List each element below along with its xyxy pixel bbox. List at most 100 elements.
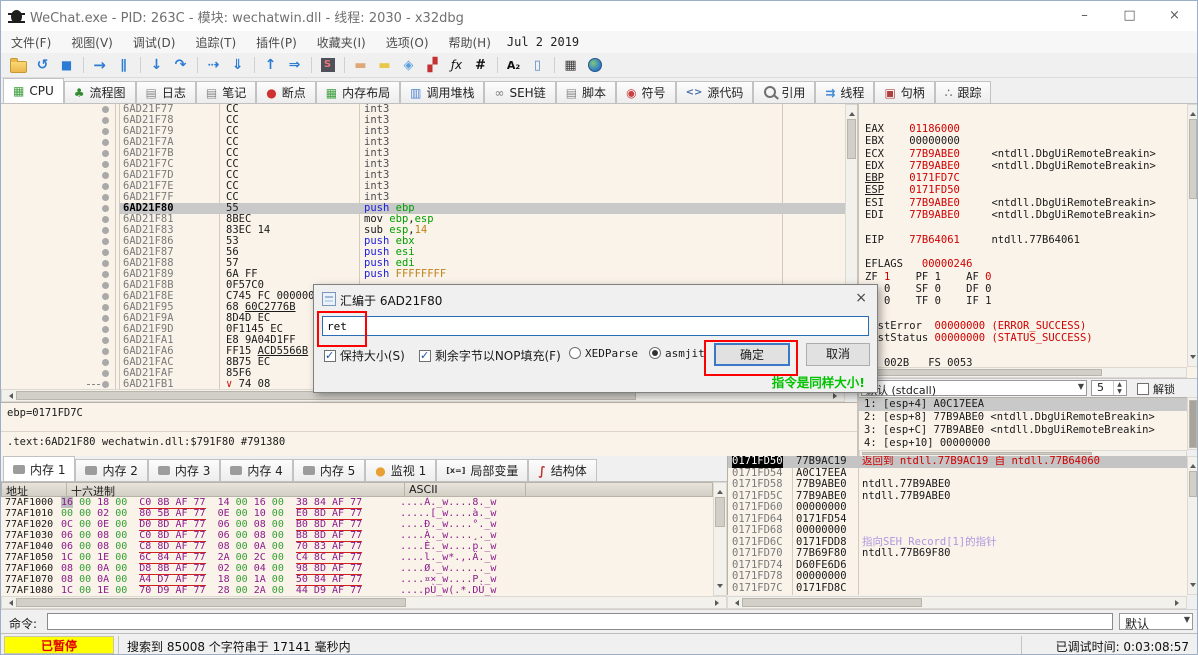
step-over-button[interactable]: ↷ <box>169 55 192 76</box>
breakpoint-dot-icon[interactable] <box>102 348 109 355</box>
stack-panel[interactable]: 0171FD5077B9AC19返回到 ntdll.77B9AC19 自 ntd… <box>727 456 1187 595</box>
breakpoint-dot-icon[interactable] <box>102 117 109 124</box>
register-line[interactable]: ZF 1 PF 1 AF 0 <box>865 271 1187 283</box>
unlock-checkbox[interactable]: 解锁 <box>1137 381 1175 397</box>
tab-notes[interactable]: ▤笔记 <box>196 81 256 103</box>
tab-breakpoints[interactable]: ●断点 <box>256 81 316 103</box>
breakpoint-dot-icon[interactable] <box>102 326 109 333</box>
register-line[interactable]: EDI 77B9ABE0 <ntdll.DbgUiRemoteBreakin> <box>865 209 1187 221</box>
keep-size-checkbox[interactable]: 保持大小(S) <box>324 347 405 364</box>
close-button[interactable]: × <box>1152 1 1197 31</box>
stack-row[interactable]: 0171FD6000000000 <box>728 502 1187 514</box>
menu-item[interactable]: 调试(D) <box>123 36 186 50</box>
menu-item[interactable]: 视图(V) <box>61 36 123 50</box>
execute-till-return-button[interactable]: ↑ <box>259 55 282 76</box>
calculator-button[interactable]: ▦ <box>559 55 582 76</box>
tab-memory-3[interactable]: 内存 3 <box>148 459 220 481</box>
breakpoint-dot-icon[interactable] <box>102 238 109 245</box>
restart-button[interactable]: ↺ <box>31 55 54 76</box>
dump-row[interactable]: 77AF106008 00 0A 00D8 8B AF 7702 00 04 0… <box>1 563 713 574</box>
bookmarks-button[interactable]: ▞ <box>421 55 444 76</box>
register-line[interactable]: ESI 77B9ABE0 <ntdll.DbgUiRemoteBreakin> <box>865 197 1187 209</box>
breakpoint-dot-icon[interactable] <box>102 150 109 157</box>
asmjit-radio[interactable]: asmjit <box>649 347 705 360</box>
calling-convention-select[interactable]: 默认 (stdcall) ▼ <box>861 380 1087 396</box>
registers-hscrollbar[interactable] <box>859 367 1187 378</box>
dump-header-hex[interactable]: 十六进制 <box>67 482 405 497</box>
breakpoint-dot-icon[interactable] <box>102 359 109 366</box>
breakpoint-dot-icon[interactable] <box>102 271 109 278</box>
register-line[interactable]: ECX 77B9ABE0 <ntdll.DbgUiRemoteBreakin> <box>865 148 1187 160</box>
breakpoint-dot-icon[interactable] <box>102 249 109 256</box>
breakpoint-dot-icon[interactable] <box>102 337 109 344</box>
tab-cpu[interactable]: ▦CPU <box>3 78 64 103</box>
dialog-close-icon[interactable]: × <box>855 290 867 306</box>
register-line[interactable]: OF 0 SF 0 DF 0 <box>865 283 1187 295</box>
trace-into-button[interactable]: ⇓ <box>226 55 249 76</box>
stack-row[interactable]: 0171FD6800000000 <box>728 525 1187 537</box>
breakpoint-dot-icon[interactable] <box>102 260 109 267</box>
register-line[interactable]: EIP 77B64061 ntdll.77B64061 <box>865 234 1187 246</box>
breakpoint-dot-icon[interactable] <box>102 128 109 135</box>
dump-header-address[interactable]: 地址 <box>1 482 67 497</box>
tab-memory-map[interactable]: ▦内存布局 <box>316 81 400 103</box>
tab-threads[interactable]: ⇉线程 <box>815 81 874 103</box>
dump-hscrollbar[interactable] <box>1 596 727 609</box>
breakpoint-dot-icon[interactable] <box>102 205 109 212</box>
tab-log[interactable]: ▤日志 <box>136 81 196 103</box>
breakpoint-dot-icon[interactable] <box>102 282 109 289</box>
register-line[interactable]: EFLAGS 00000246 <box>865 258 1187 270</box>
tab-symbols[interactable]: ◉符号 <box>616 81 676 103</box>
register-line[interactable]: EAX 01186000 <box>865 123 1187 135</box>
breakpoint-dot-icon[interactable] <box>102 216 109 223</box>
globe-button[interactable] <box>583 55 606 76</box>
tab-references[interactable]: 引用 <box>753 81 815 103</box>
arguments-vscrollbar[interactable] <box>1187 397 1198 450</box>
menu-item[interactable]: 收藏夹(I) <box>307 36 376 50</box>
breakpoint-dot-icon[interactable] <box>102 370 109 377</box>
tab-memory-4[interactable]: 内存 4 <box>220 459 292 481</box>
stack-row[interactable]: 0171FD7C0171FD8C <box>728 583 1187 595</box>
argument-row[interactable]: 2: [esp+8] 77B9ABE0 <ntdll.DbgUiRemoteBr… <box>859 411 1187 424</box>
stop-button[interactable]: ■ <box>55 55 78 76</box>
breakpoint-dot-icon[interactable] <box>102 227 109 234</box>
tab-handles[interactable]: ▣句柄 <box>874 81 934 103</box>
run-to-user-code-button[interactable]: ⇒ <box>283 55 306 76</box>
breakpoint-dot-icon[interactable] <box>102 381 109 388</box>
tab-trace[interactable]: ∴跟踪 <box>935 81 992 103</box>
dump-row[interactable]: 77AF101000 00 02 0080 5B AF 770E 00 10 0… <box>1 508 713 519</box>
tab-graph[interactable]: ♣流程图 <box>64 81 136 103</box>
dump-row[interactable]: 77AF10501C 00 1E 006C 84 AF 772A 00 2C 0… <box>1 552 713 563</box>
breakpoint-dot-icon[interactable] <box>102 139 109 146</box>
dump-row[interactable]: 77AF100016 00 18 00C0 8B AF 7714 00 16 0… <box>1 497 713 508</box>
tab-memory-5[interactable]: 内存 5 <box>293 459 365 481</box>
breakpoint-dot-icon[interactable] <box>102 304 109 311</box>
menu-item[interactable]: 追踪(T) <box>185 36 246 50</box>
scylla-button[interactable]: S <box>316 55 339 76</box>
register-line[interactable]: LastStatus 00000000 (STATUS_SUCCESS) <box>865 332 1187 344</box>
tab-script[interactable]: ▤脚本 <box>556 81 616 103</box>
stack-row[interactable]: 0171FD5877B9ABE0ntdll.77B9ABE0 <box>728 479 1187 491</box>
dump-row[interactable]: 77AF104006 00 08 00C8 8D AF 7708 00 0A 0… <box>1 541 713 552</box>
register-line[interactable]: EDX 77B9ABE0 <ntdll.DbgUiRemoteBreakin> <box>865 160 1187 172</box>
argument-row[interactable]: 4: [esp+10] 00000000 <box>859 437 1187 450</box>
xedparse-radio[interactable]: XEDParse <box>569 347 638 360</box>
argument-count-stepper[interactable]: 5 ▲▼ <box>1091 380 1127 396</box>
dump-row[interactable]: 77AF10801C 00 1E 0070 D9 AF 7728 00 2A 0… <box>1 585 713 596</box>
tab-seh-chain[interactable]: ∞SEH链 <box>484 81 555 103</box>
dump-vscrollbar[interactable] <box>713 482 727 596</box>
step-into-button[interactable]: ↓ <box>145 55 168 76</box>
tab-call-stack[interactable]: ▥调用堆栈 <box>400 81 484 103</box>
tab-memory-1[interactable]: 内存 1 <box>3 456 75 481</box>
register-line[interactable]: LastError 00000000 (ERROR_SUCCESS) <box>865 320 1187 332</box>
device-button[interactable]: ▯ <box>526 55 549 76</box>
tab-memory-2[interactable]: 内存 2 <box>75 459 147 481</box>
breakpoint-dot-icon[interactable] <box>102 183 109 190</box>
strings-button[interactable]: A₂ <box>502 55 525 76</box>
minimize-button[interactable]: – <box>1062 1 1107 31</box>
breakpoint-dot-icon[interactable] <box>102 172 109 179</box>
hash-button[interactable]: # <box>469 55 492 76</box>
stack-vscrollbar[interactable] <box>1187 456 1198 595</box>
breakpoint-dot-icon[interactable] <box>102 194 109 201</box>
dump-row[interactable]: 77AF107008 00 0A 00A4 D7 AF 7718 00 1A 0… <box>1 574 713 585</box>
